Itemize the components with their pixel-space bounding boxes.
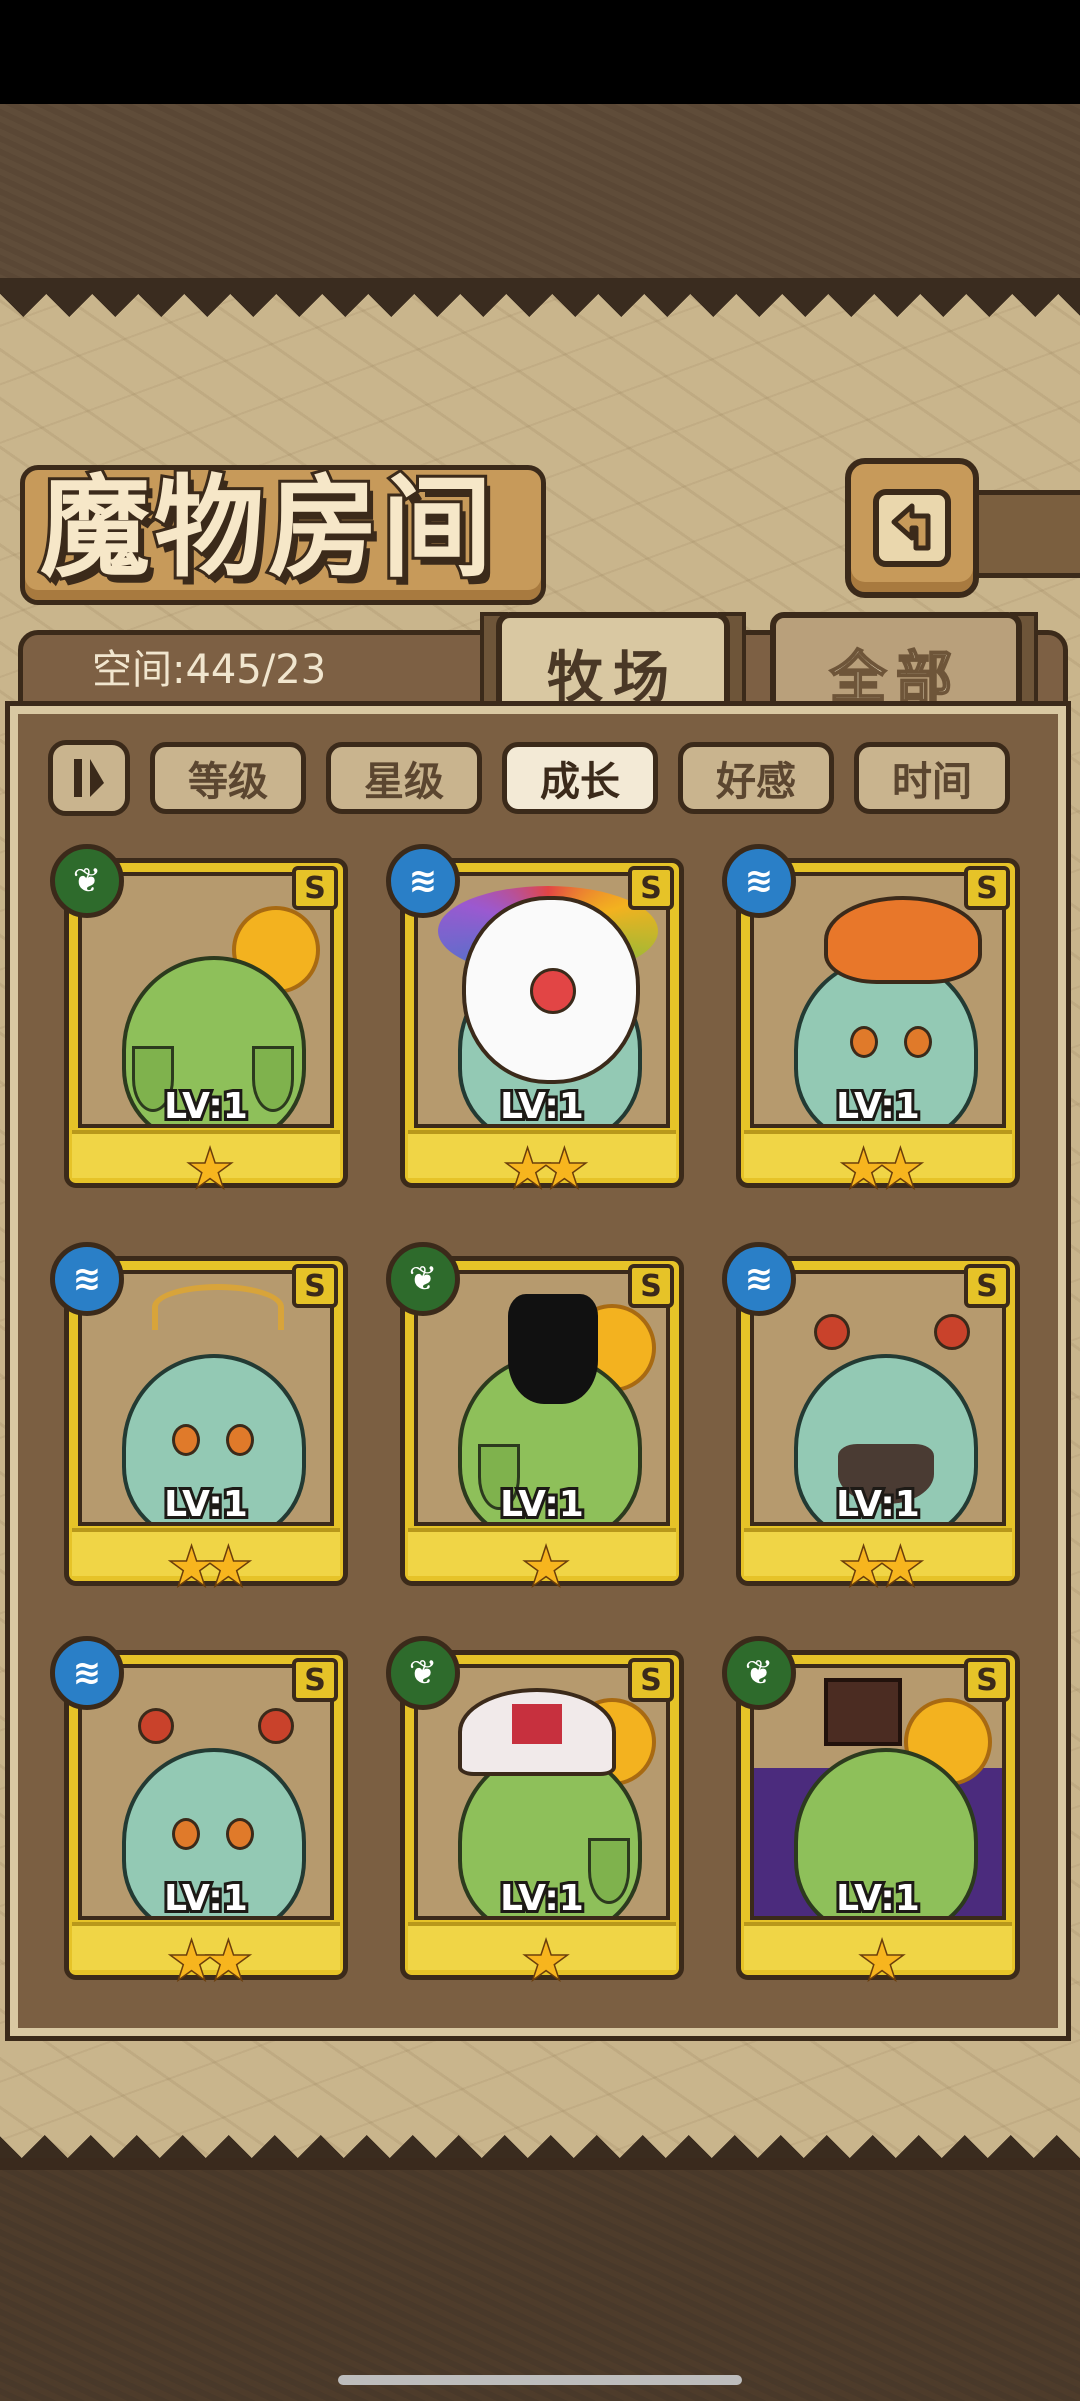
leaf-icon: ❦ <box>386 1242 460 1316</box>
monster-eye <box>172 1818 200 1850</box>
grade-badge: S <box>628 866 674 910</box>
map-background-bottom <box>0 2170 1080 2401</box>
torn-edge-top <box>0 294 1080 340</box>
level-label: LV:1 <box>497 1083 587 1130</box>
filter-time-button[interactable]: 时间 <box>854 742 1010 814</box>
water-icon: ≋ <box>722 844 796 918</box>
toucan-hat <box>824 896 982 984</box>
monster-card[interactable]: S ❦ LV:1 ★ <box>386 1636 684 1994</box>
page-title: 魔物房间 <box>37 461 496 595</box>
star-rating: ★ <box>522 1931 570 1992</box>
filter-level-button[interactable]: 等级 <box>150 742 306 814</box>
star-rating: ★ <box>522 1537 570 1598</box>
sort-order-toggle[interactable] <box>48 740 130 816</box>
back-button[interactable] <box>845 458 979 598</box>
monster-card[interactable]: S ≋ LV:1 ★★ <box>386 844 684 1202</box>
leaf-icon: ❦ <box>722 1636 796 1710</box>
grade-badge: S <box>292 1264 338 1308</box>
monster-card[interactable]: S ❦ LV:1 ★ <box>722 1636 1020 1994</box>
level-label: LV:1 <box>161 1083 251 1130</box>
water-icon: ≋ <box>50 1242 124 1316</box>
star-rating: ★ <box>858 1931 906 1992</box>
status-bar <box>0 0 1080 104</box>
water-icon: ≋ <box>722 1242 796 1316</box>
monster-eye <box>850 1026 878 1058</box>
level-label: LV:1 <box>161 1875 251 1922</box>
star-rating: ★★ <box>840 1537 925 1598</box>
monster-eye <box>904 1026 932 1058</box>
chocolate-hat <box>824 1678 902 1746</box>
monster-eye <box>226 1424 254 1456</box>
torn-edge-bottom <box>0 2112 1080 2158</box>
star-rating: ★★ <box>168 1537 253 1598</box>
grade-badge: S <box>964 1264 1010 1308</box>
horn <box>814 1314 850 1350</box>
home-indicator[interactable] <box>338 2375 742 2385</box>
star-rating: ★★ <box>168 1931 253 1992</box>
return-arrow-icon <box>873 489 951 567</box>
level-label: LV:1 <box>833 1875 923 1922</box>
star-rating: ★★ <box>840 1139 925 1200</box>
water-icon: ≋ <box>50 1636 124 1710</box>
grade-badge: S <box>628 1658 674 1702</box>
star-rating: ★★ <box>504 1139 589 1200</box>
monster-card[interactable]: S ≋ LV:1 ★★ <box>722 1242 1020 1600</box>
back-rail <box>962 490 1080 578</box>
leaf-icon: ❦ <box>386 1636 460 1710</box>
monster-eye <box>172 1424 200 1456</box>
monster-eye <box>226 1818 254 1850</box>
monster-card[interactable]: S ≋ LV:1 ★★ <box>50 1636 348 1994</box>
star-rating: ★ <box>186 1139 234 1200</box>
monster-card[interactable]: S ❦ LV:1 ★ <box>50 844 348 1202</box>
level-label: LV:1 <box>497 1481 587 1528</box>
level-label: LV:1 <box>833 1481 923 1528</box>
filter-affection-button[interactable]: 好感 <box>678 742 834 814</box>
level-label: LV:1 <box>833 1083 923 1130</box>
grade-badge: S <box>964 866 1010 910</box>
clown-nose <box>530 968 576 1014</box>
grade-badge: S <box>292 1658 338 1702</box>
grade-badge: S <box>964 1658 1010 1702</box>
filter-growth-button[interactable]: 成长 <box>502 742 658 814</box>
horn <box>138 1708 174 1744</box>
horn <box>258 1708 294 1744</box>
cat-mask <box>508 1294 598 1404</box>
horn <box>934 1314 970 1350</box>
sort-order-icon <box>74 759 104 797</box>
tiara-accessory <box>152 1284 284 1330</box>
filter-star-button[interactable]: 星级 <box>326 742 482 814</box>
monster-card[interactable]: S ≋ LV:1 ★★ <box>722 844 1020 1202</box>
space-capacity: 空间:445/23 <box>92 647 327 693</box>
water-icon: ≋ <box>386 844 460 918</box>
map-background-top <box>0 104 1080 294</box>
grade-badge: S <box>292 866 338 910</box>
leaf-icon: ❦ <box>50 844 124 918</box>
monster-card[interactable]: S ❦ LV:1 ★ <box>386 1242 684 1600</box>
level-label: LV:1 <box>161 1481 251 1528</box>
grade-badge: S <box>628 1264 674 1308</box>
level-label: LV:1 <box>497 1875 587 1922</box>
cap-accessory <box>458 1688 616 1776</box>
monster-card[interactable]: S ≋ LV:1 ★★ <box>50 1242 348 1600</box>
